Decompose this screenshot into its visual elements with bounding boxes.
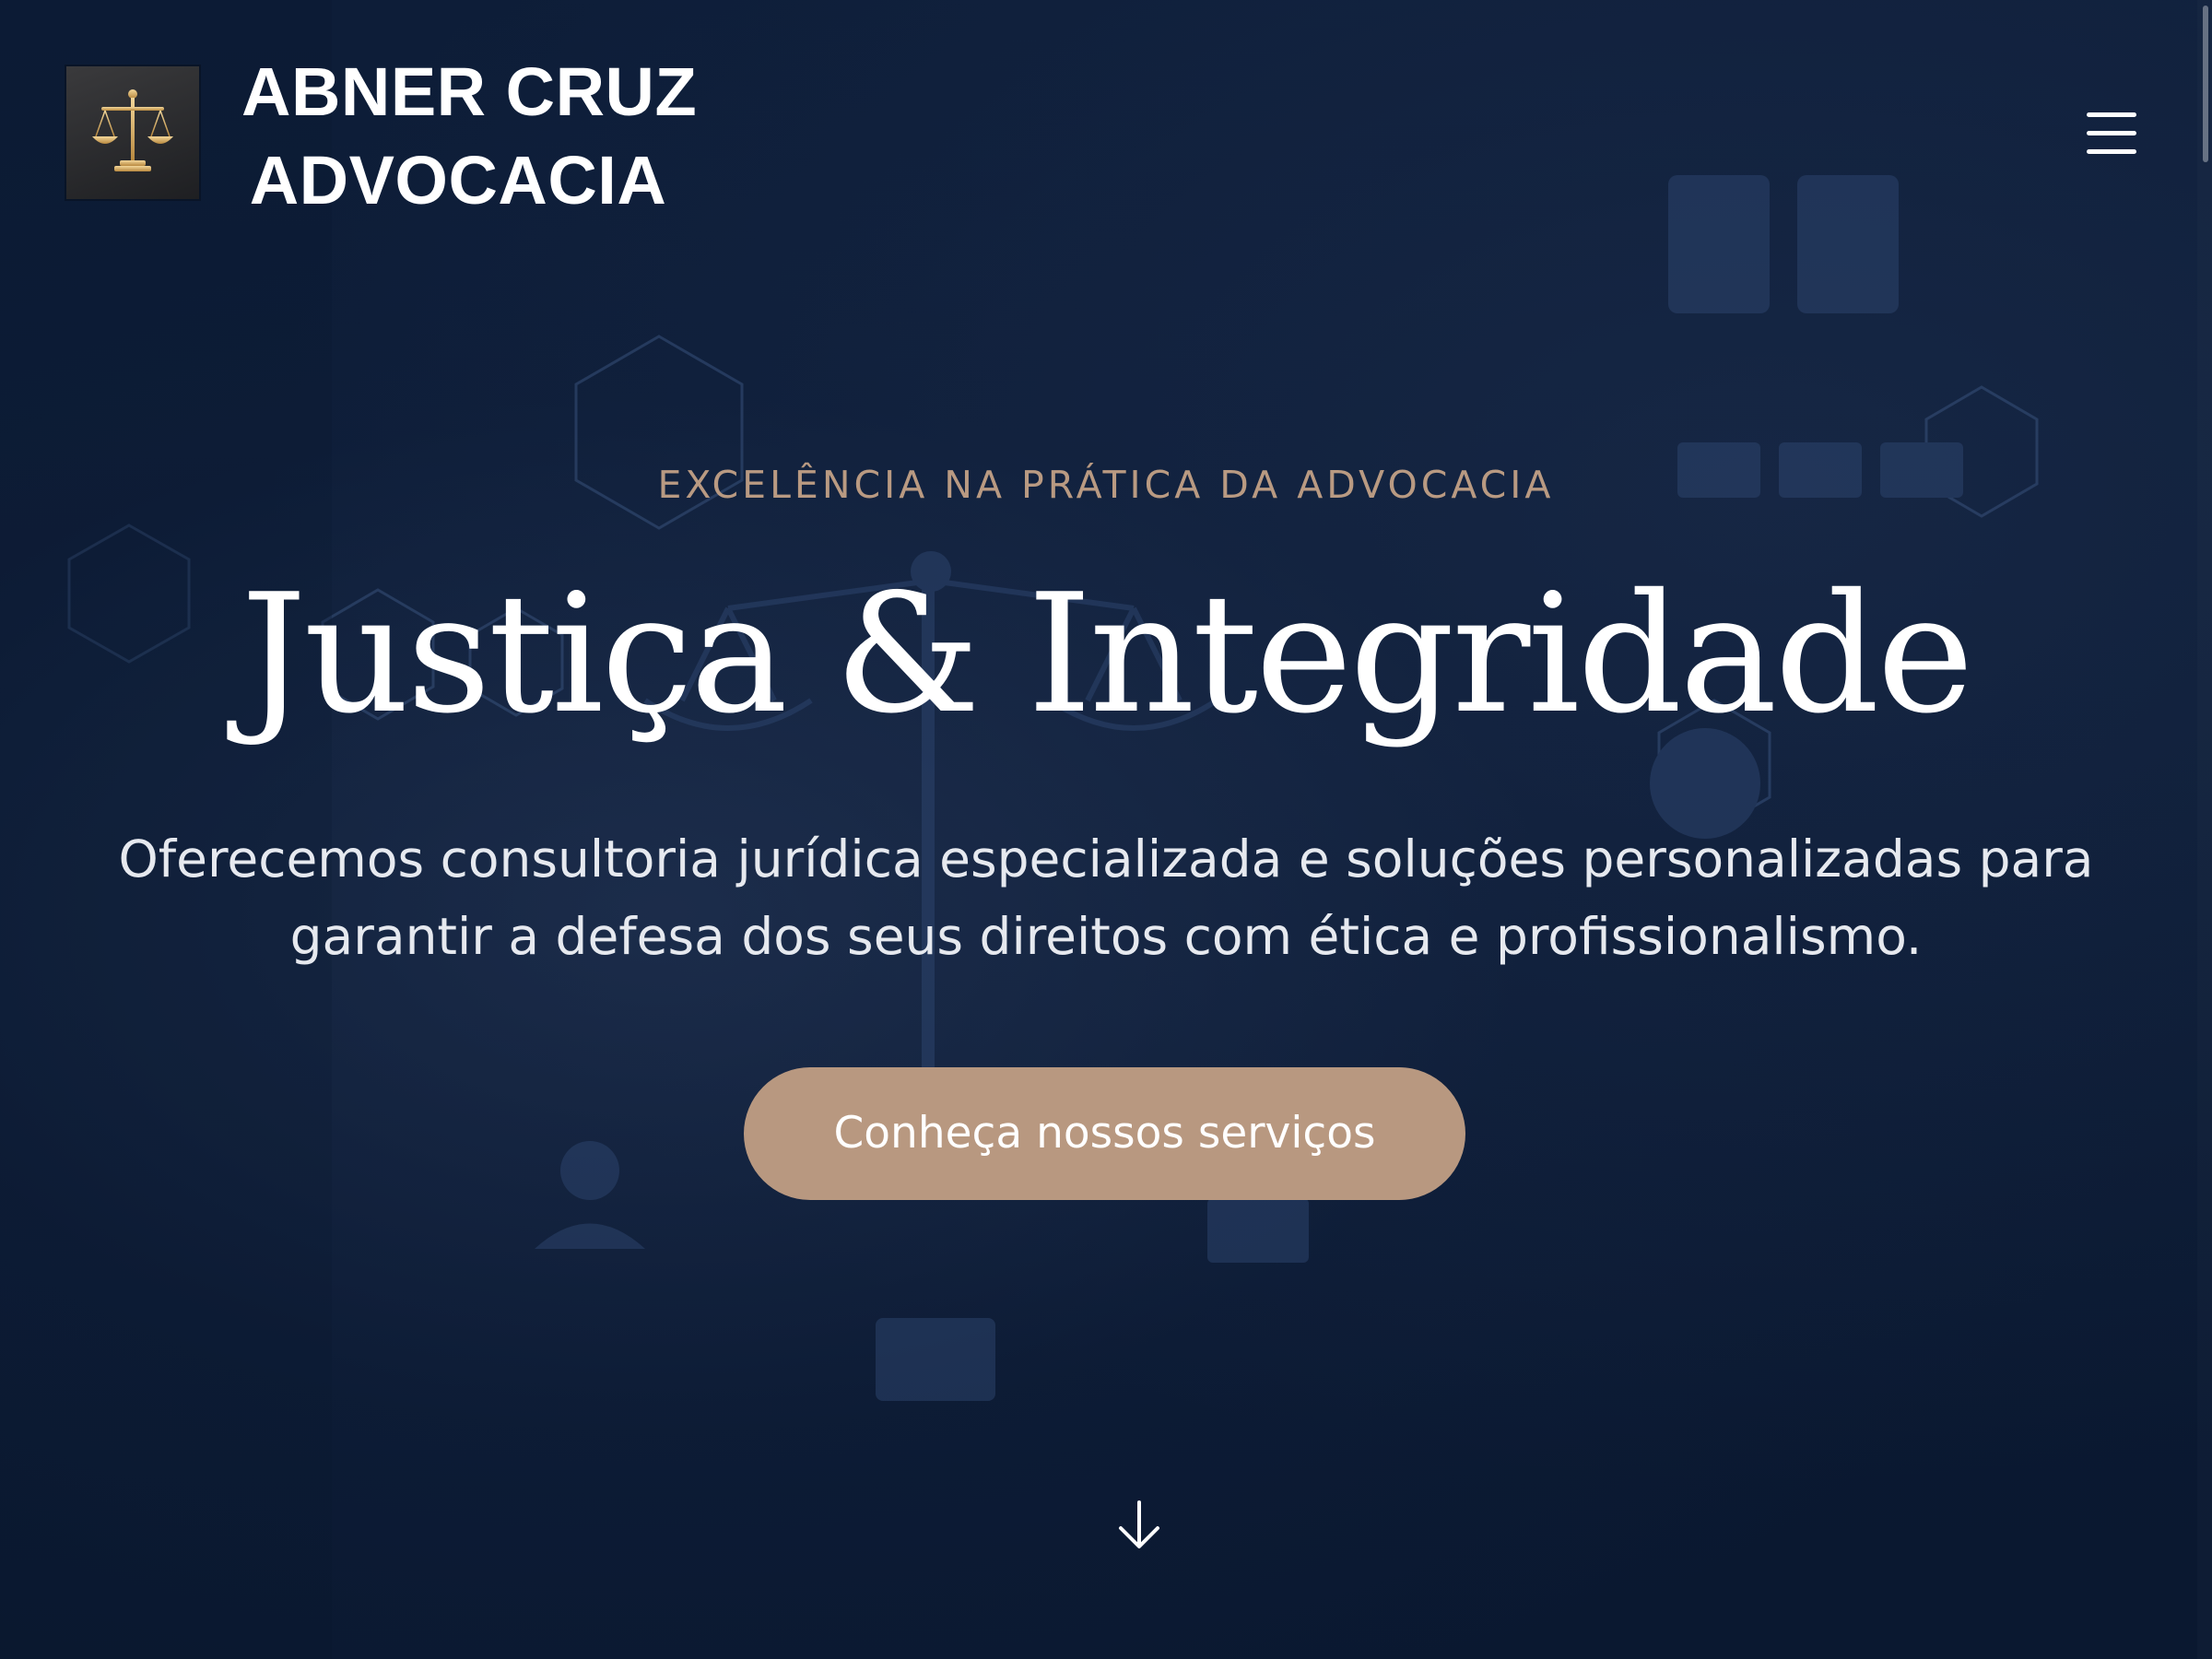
brand-name[interactable]: ABNER CRUZ ADVOCACIA	[241, 48, 698, 225]
page-scrollbar[interactable]	[2197, 0, 2212, 1659]
hero-eyebrow: EXCELÊNCIA NA PRÁTICA DA ADVOCACIA	[657, 463, 1555, 507]
hero-subtitle: Oferecemos consultoria jurídica especial…	[118, 830, 2094, 966]
scales-of-justice-icon	[92, 89, 173, 171]
logo[interactable]	[66, 66, 199, 199]
brand-line-2: ADVOCACIA	[249, 142, 667, 218]
arrow-down-icon	[1119, 1500, 1159, 1548]
scrollbar-thumb[interactable]	[2203, 6, 2208, 162]
brand-line-1: ABNER CRUZ	[241, 53, 698, 130]
scroll-down-button[interactable]	[1112, 1493, 1167, 1558]
hamburger-menu-icon	[2087, 112, 2136, 154]
services-cta-button[interactable]: Conheça nossos serviços	[744, 1067, 1465, 1200]
menu-button[interactable]	[2072, 105, 2151, 162]
hero-page: ABNER CRUZ ADVOCACIA EXCELÊNCIA NA PRÁTI…	[0, 0, 2212, 1659]
hero-title: Justiça & Integridade	[241, 559, 1973, 749]
